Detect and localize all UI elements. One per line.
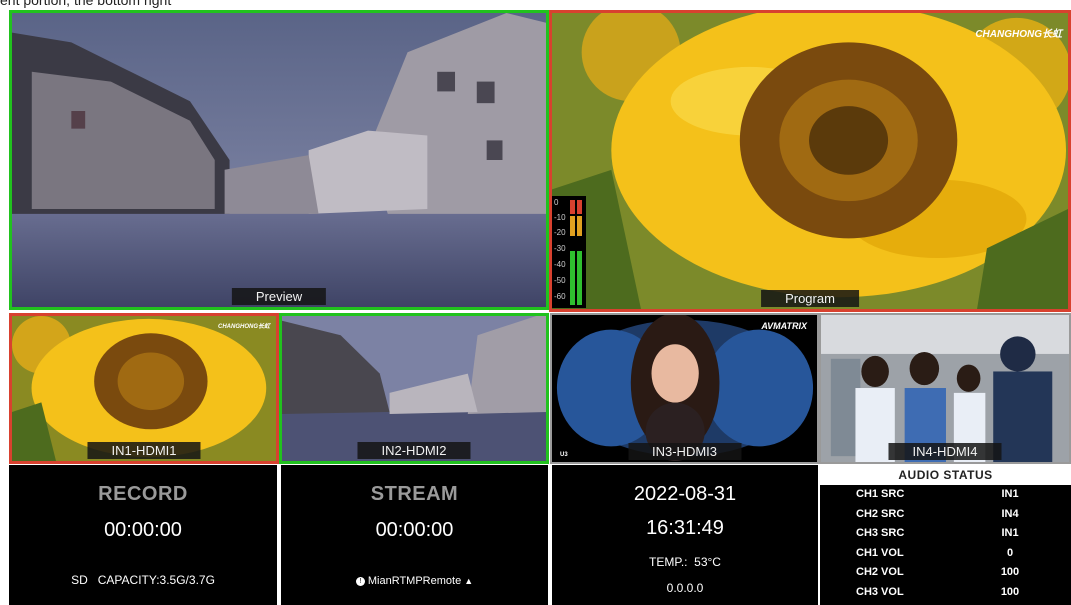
record-title: RECORD xyxy=(98,483,188,505)
audio-status-title: AUDIO STATUS xyxy=(820,465,1071,485)
input-1-label: IN1-HDMI1 xyxy=(87,442,201,459)
vu-tick: -30 xyxy=(554,244,566,253)
input-1-window[interactable]: CHANGHONG长虹 IN1-HDMI1 xyxy=(9,313,279,464)
audio-value: 0 xyxy=(1006,546,1014,559)
stream-title: STREAM xyxy=(370,483,459,505)
audio-value: 100 xyxy=(1000,585,1020,598)
audio-value: IN4 xyxy=(1001,507,1019,520)
stream-timer: 00:00:00 xyxy=(375,519,454,541)
record-panel[interactable]: RECORD 00:00:00 SD CAPACITY:3.5G/3.7G xyxy=(9,465,277,605)
info-icon: ! xyxy=(355,576,365,586)
audio-row: CH2 VOL 100 xyxy=(820,563,1071,583)
program-sunflower-image xyxy=(552,13,1068,309)
upload-arrow-icon: ▲ xyxy=(464,576,474,586)
audio-key: CH3 SRC xyxy=(856,527,905,539)
audio-row: CH3 VOL 100 xyxy=(820,583,1071,603)
vu-tick: -20 xyxy=(554,228,566,237)
input-4-label: IN4-HDMI4 xyxy=(888,443,1002,460)
input-2-canal-image xyxy=(282,316,546,461)
clock-panel: 2022-08-31 16:31:49 TEMP.: 53°C 0.0.0.0 xyxy=(552,465,818,605)
vu-tick: -10 xyxy=(554,213,566,222)
record-capacity: SD CAPACITY:3.5G/3.7G xyxy=(71,573,215,587)
input-3-brand-logo: AVMATRIX xyxy=(761,321,807,331)
audio-key: CH2 SRC xyxy=(856,507,905,520)
input-3-window[interactable]: AVMATRIX U3 IN3-HDMI3 xyxy=(550,313,819,464)
vu-tick: -60 xyxy=(554,292,566,301)
preview-label: Preview xyxy=(231,288,327,305)
input-1-brand-logo: CHANGHONG长虹 xyxy=(218,324,270,330)
audio-vu-meter: 0 -10 -20 -30 -40 -50 -60 xyxy=(552,196,586,308)
time-display: 16:31:49 xyxy=(646,517,724,539)
input-1-sunflower-image xyxy=(12,316,276,461)
audio-key: CH1 VOL xyxy=(856,546,904,559)
input-3-singer-image xyxy=(552,315,817,462)
audio-key: CH1 SRC xyxy=(856,488,905,500)
audio-row: CH3 SRC IN1 xyxy=(820,524,1071,544)
stream-panel[interactable]: STREAM 00:00:00 ! MianRTMPRemote ▲ xyxy=(281,465,548,605)
input-2-window[interactable]: IN2-HDMI2 xyxy=(279,313,549,464)
audio-value: 100 xyxy=(1000,566,1020,578)
ip-address-display: 0.0.0.0 xyxy=(666,581,704,595)
caption-text: ent portion, the bottom right xyxy=(0,0,172,8)
record-timer: 00:00:00 xyxy=(104,519,182,541)
temperature-display: TEMP.: 53°C xyxy=(649,555,721,569)
audio-key: CH3 VOL xyxy=(856,585,904,598)
date-display: 2022-08-31 xyxy=(633,483,737,505)
audio-row: CH1 VOL 0 xyxy=(820,544,1071,564)
input-4-window[interactable]: IN4-HDMI4 xyxy=(819,313,1071,464)
audio-row: CH1 SRC IN1 xyxy=(820,485,1071,505)
vu-tick: -40 xyxy=(554,260,566,269)
program-label: Program xyxy=(761,290,859,307)
input-2-label: IN2-HDMI2 xyxy=(357,442,471,459)
preview-window[interactable]: Preview xyxy=(9,10,549,310)
input-3-corner-mark: U3 xyxy=(560,452,568,458)
program-window[interactable]: CHANGHONG长虹 Program xyxy=(549,10,1071,312)
audio-value: IN1 xyxy=(1001,488,1019,500)
audio-value: IN1 xyxy=(1001,527,1019,539)
preview-canal-image xyxy=(12,13,546,307)
input-4-children-image xyxy=(821,315,1069,462)
vu-tick: 0 xyxy=(554,198,559,207)
vu-tick: -50 xyxy=(554,276,566,285)
program-brand-logo: CHANGHONG长虹 xyxy=(975,29,1062,40)
audio-key: CH2 VOL xyxy=(856,566,904,578)
caption-strip: ent portion, the bottom right xyxy=(0,0,550,10)
audio-status-panel: AUDIO STATUS CH1 SRC IN1 CH2 SRC IN4 CH3 S… xyxy=(820,465,1071,605)
stream-status-line: ! MianRTMPRemote ▲ xyxy=(281,575,548,587)
input-3-label: IN3-HDMI3 xyxy=(627,443,742,460)
audio-row: CH2 SRC IN4 xyxy=(820,505,1071,525)
stream-destination: MianRTMPRemote xyxy=(367,575,462,587)
